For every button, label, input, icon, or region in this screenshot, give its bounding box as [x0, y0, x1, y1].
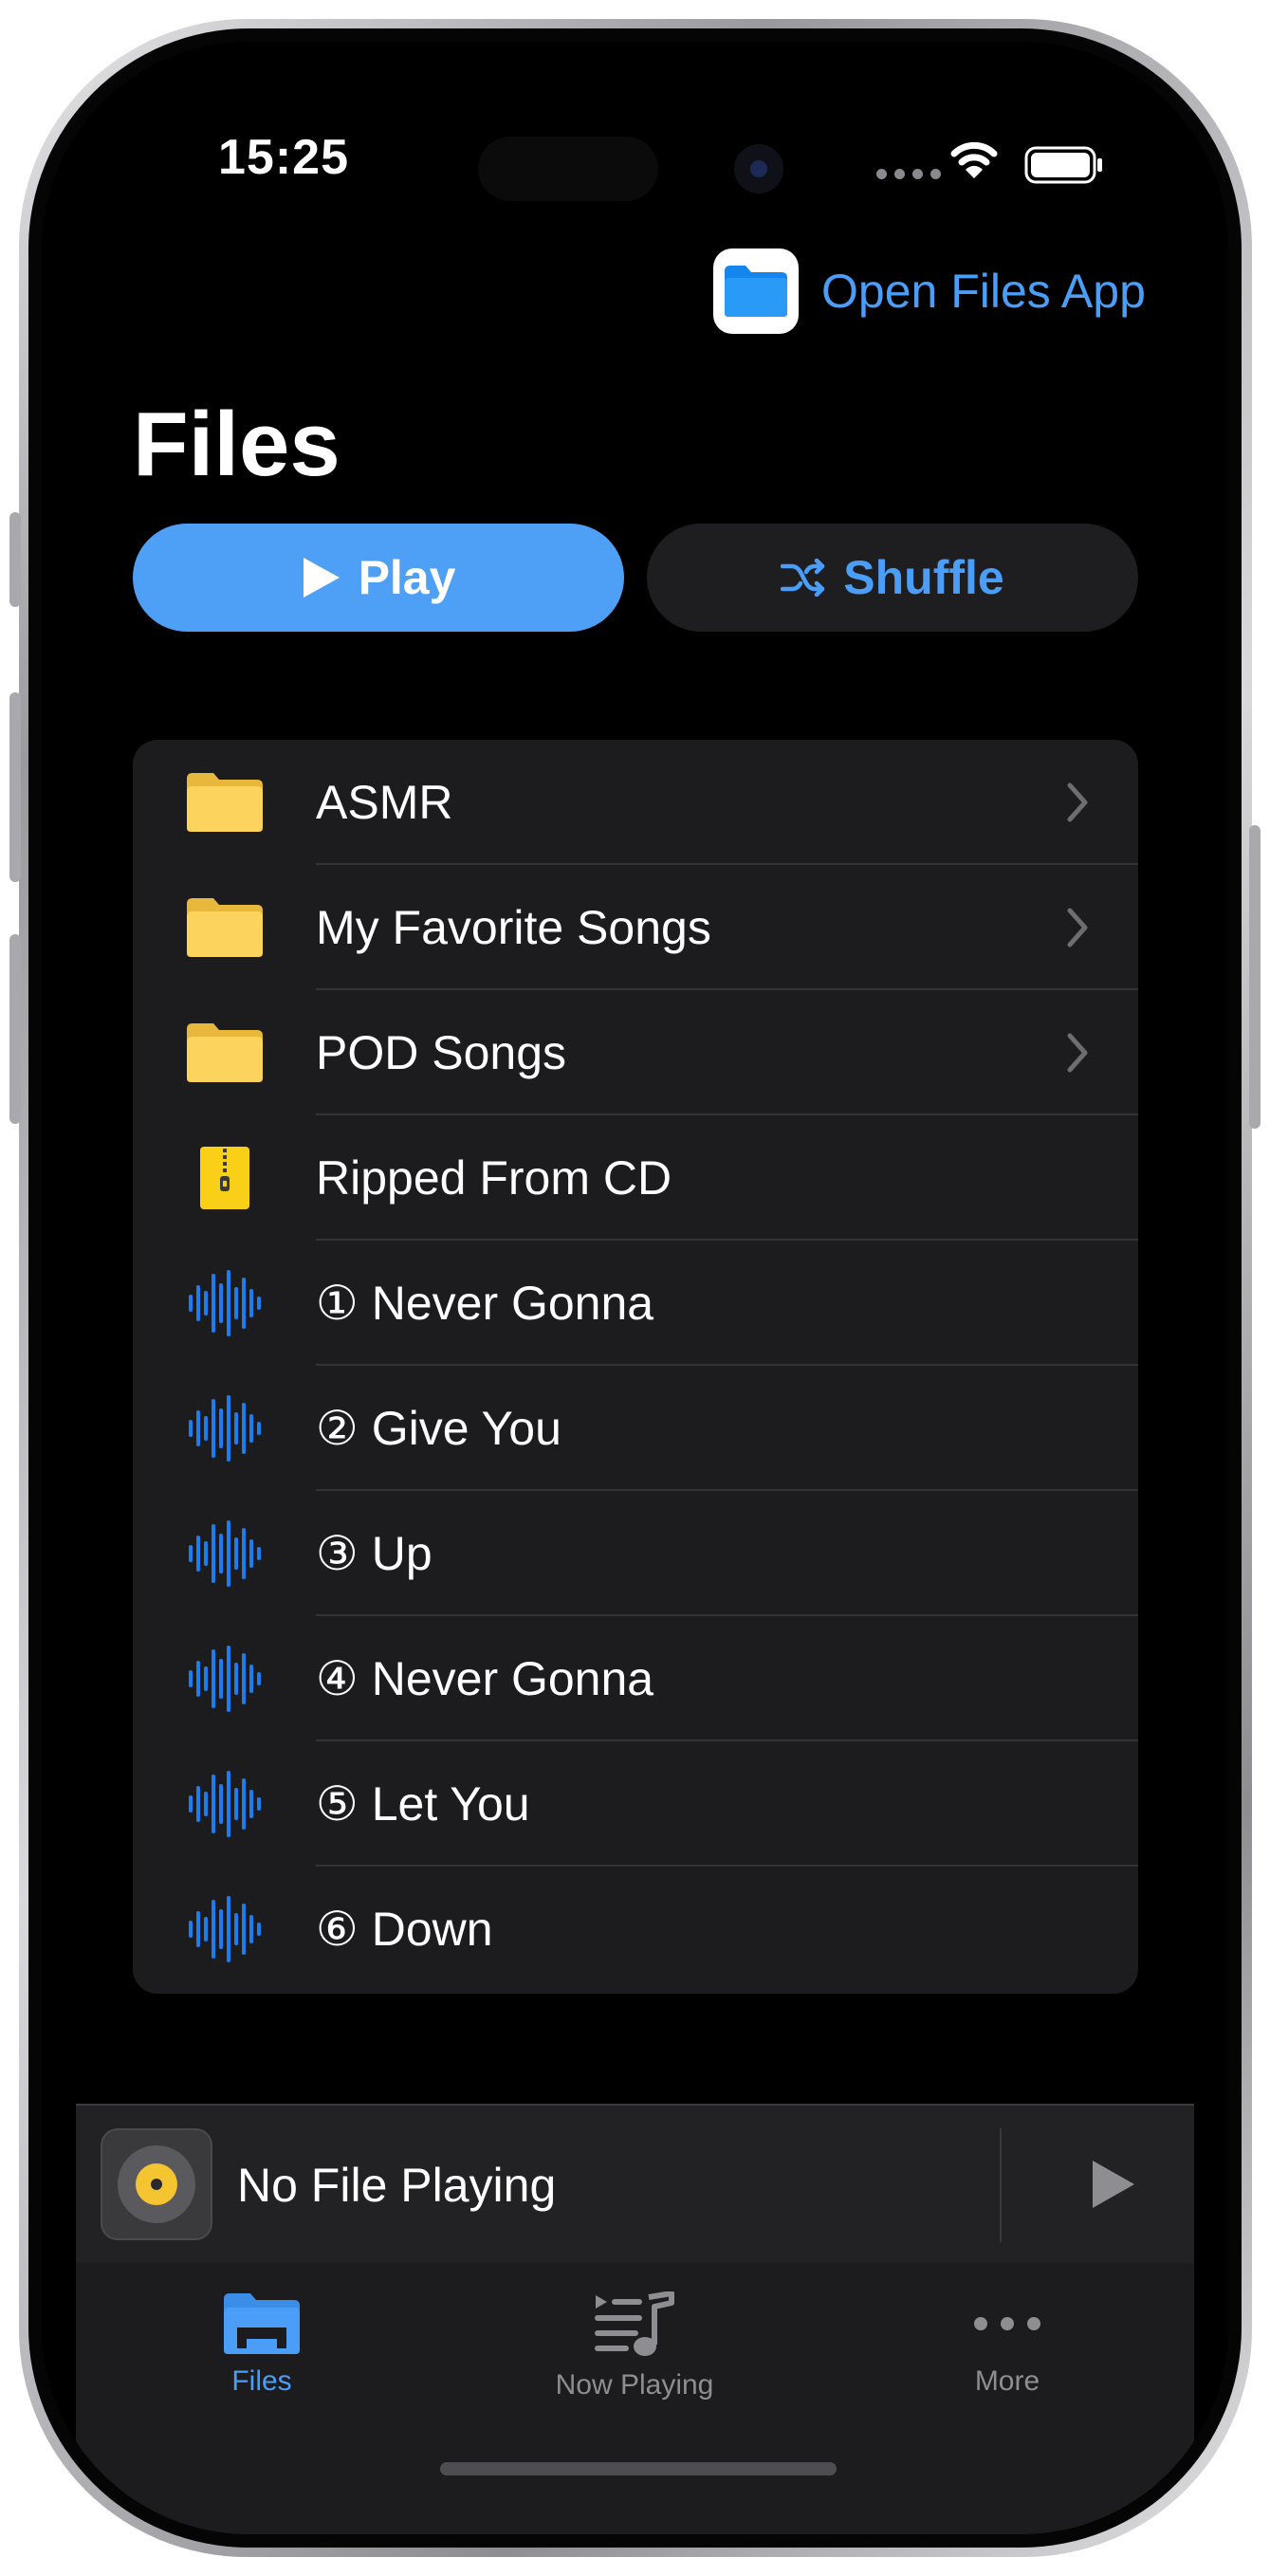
chevron-right-icon [1067, 782, 1088, 822]
cellular-signal-icon [876, 169, 941, 179]
home-indicator [440, 2462, 837, 2475]
volume-up-button [9, 692, 21, 882]
folder-icon [184, 763, 266, 842]
list-item-label: ⑥ Down [316, 1903, 493, 1956]
list-item-label: ④ Never Gonna [316, 1652, 654, 1705]
mini-player[interactable]: No File Playing [76, 2104, 1194, 2265]
list-item-track-5[interactable]: ⑤ Let You [133, 1741, 1138, 1867]
wifi-icon [950, 141, 998, 178]
tab-now-playing[interactable]: Now Playing [449, 2291, 820, 2401]
open-files-app-button[interactable]: Open Files App [713, 248, 1146, 334]
open-files-app-label: Open Files App [821, 265, 1146, 318]
tab-bar: Files Now Playing More [76, 2263, 1194, 2534]
ellipsis-icon [974, 2317, 1040, 2330]
list-item-label: ⑤ Let You [316, 1777, 530, 1831]
disc-icon [101, 2128, 212, 2240]
list-item-label: ③ Up [316, 1527, 433, 1580]
folder-icon [184, 888, 266, 967]
list-item-label: ② Give You [316, 1402, 561, 1455]
mini-play-button[interactable] [1091, 2159, 1136, 2210]
list-item-track-4[interactable]: ④ Never Gonna [133, 1616, 1138, 1741]
waveform-icon [184, 1639, 266, 1719]
waveform-icon [184, 1514, 266, 1593]
list-item-track-6[interactable]: ⑥ Down [133, 1867, 1138, 1992]
folder-tab-icon [224, 2293, 300, 2354]
list-item-track-3[interactable]: ③ Up [133, 1491, 1138, 1616]
tab-more-label: More [974, 2365, 1040, 2397]
playlist-music-icon [595, 2291, 674, 2356]
shuffle-button-label: Shuffle [843, 551, 1004, 604]
waveform-icon [184, 1263, 266, 1343]
page-title: Files [133, 394, 341, 495]
list-item-my-favorite-songs[interactable]: My Favorite Songs [133, 865, 1138, 990]
play-icon [303, 558, 340, 598]
list-item-label: ① Never Gonna [316, 1277, 654, 1330]
tab-more[interactable]: More [821, 2291, 1193, 2398]
list-item-label: Ripped From CD [316, 1151, 672, 1205]
volume-down-button [9, 934, 21, 1124]
power-button [1249, 825, 1261, 1129]
waveform-icon [184, 1889, 266, 1969]
zip-archive-icon [184, 1138, 266, 1218]
status-time: 15:25 [218, 130, 349, 185]
play-button-label: Play [358, 551, 456, 604]
list-item-track-2[interactable]: ② Give You [133, 1366, 1138, 1491]
list-item-ripped-from-cd[interactable]: Ripped From CD [133, 1115, 1138, 1241]
chevron-right-icon [1067, 1033, 1088, 1073]
battery-icon [1024, 146, 1102, 184]
list-item-label: ASMR [316, 776, 453, 829]
chevron-right-icon [1067, 908, 1088, 948]
shuffle-button[interactable]: Shuffle [647, 524, 1138, 632]
mini-player-divider [1000, 2128, 1002, 2242]
tab-files[interactable]: Files [76, 2291, 448, 2398]
list-item-asmr[interactable]: ASMR [133, 740, 1138, 865]
list-item-track-1[interactable]: ① Never Gonna [133, 1241, 1138, 1366]
files-app-icon [713, 248, 799, 334]
folder-icon [184, 1013, 266, 1093]
list-item-pod-songs[interactable]: POD Songs [133, 990, 1138, 1115]
list-item-label: My Favorite Songs [316, 901, 711, 954]
now-playing-status: No File Playing [237, 2159, 557, 2212]
front-camera [734, 144, 783, 193]
file-list: ASMR My Favorite Songs POD Songs Ripped … [133, 740, 1138, 1994]
waveform-icon [184, 1764, 266, 1844]
tab-now-playing-label: Now Playing [555, 2369, 714, 2401]
screen: 15:25 Open Files App Files Play Shuffle … [42, 42, 1228, 2534]
list-item-label: POD Songs [316, 1026, 567, 1079]
action-button [9, 512, 21, 607]
play-button[interactable]: Play [133, 524, 624, 632]
waveform-icon [184, 1389, 266, 1468]
tab-files-label: Files [231, 2365, 292, 2397]
dynamic-island [478, 137, 658, 201]
shuffle-icon [781, 559, 825, 597]
